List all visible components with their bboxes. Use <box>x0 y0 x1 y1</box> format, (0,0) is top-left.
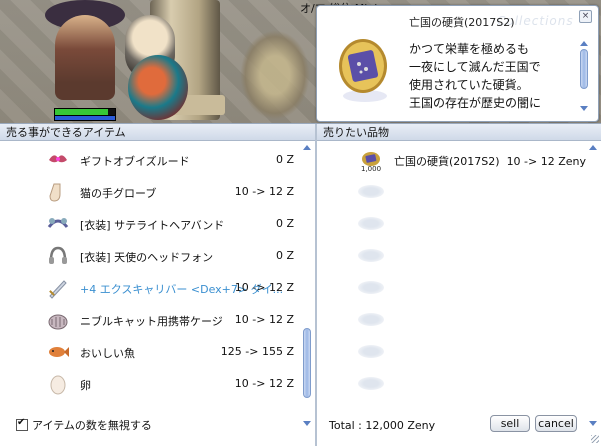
bow-icon <box>49 155 67 163</box>
empty-slot <box>318 368 586 400</box>
left-footer: アイテムの数を無視する <box>0 411 315 445</box>
list-item[interactable]: ニブルキャット用携帯ケージ 10 -> 12 Z <box>0 304 300 336</box>
sellable-items-header[interactable]: 売る事ができるアイテム <box>0 124 315 141</box>
item-name: ギフトオブイズルード <box>80 155 190 168</box>
tooltip-title: 亡国の硬貨(2017S2) <box>409 16 515 29</box>
scroll-up-icon[interactable] <box>588 143 598 152</box>
empty-slot <box>318 336 586 368</box>
item-price: 10 -> 12 Z <box>234 377 294 390</box>
stone-ornament <box>240 30 310 120</box>
item-name: 卵 <box>80 379 91 392</box>
hairband-icon <box>47 218 69 228</box>
item-price: 10 -> 12 Zeny <box>506 155 587 168</box>
scroll-up-icon[interactable] <box>302 143 312 152</box>
sellable-items-list[interactable]: ギフトオブイズルード 0 Z 猫の手グローブ 10 -> 12 Z [衣装] サ… <box>0 144 300 400</box>
item-quantity: 1,000 <box>361 165 381 173</box>
item-name: 亡国の硬貨(2017S2) <box>394 155 500 168</box>
list-item[interactable]: ギフトオブイズルード 0 Z <box>0 144 300 176</box>
ignore-count-label: アイテムの数を無視する <box>32 419 152 432</box>
sword-icon <box>49 280 67 299</box>
item-name: [衣装] 天使のヘッドフォン <box>80 251 214 264</box>
list-item[interactable]: 猫の手グローブ 10 -> 12 Z <box>0 176 300 208</box>
empty-slot <box>318 176 586 208</box>
scroll-down-icon[interactable] <box>579 104 589 113</box>
empty-slot <box>318 240 586 272</box>
list-item[interactable]: おいしい魚 125 -> 155 Z <box>0 336 300 368</box>
description-line: 王国の存在が歴史の闇に <box>409 96 542 110</box>
player-character[interactable] <box>55 15 115 100</box>
cancel-button[interactable]: cancel <box>535 415 577 432</box>
glove-icon <box>49 183 61 202</box>
description-line: かつて栄華を極めるも <box>409 42 530 56</box>
list-item[interactable]: [衣装] 天使のヘッドフォン 0 Z <box>0 240 300 272</box>
headphone-icon <box>49 246 67 264</box>
list-item[interactable]: +4 エクスキャリバー <Dex+7> ダイ... 10 -> 12 Z <box>0 272 300 304</box>
tooltip-description: かつて栄華を極めるも 一夜にして滅んだ王国で 使用されていた硬貨。 王国の存在が… <box>409 40 577 112</box>
item-name: おいしい魚 <box>80 347 135 360</box>
scroll-up-icon[interactable] <box>579 39 589 48</box>
coin-icon: 1,000 <box>361 152 381 173</box>
empty-slot <box>318 304 586 336</box>
list-item[interactable]: 1,000 亡国の硬貨(2017S2) 10 -> 12 Zeny <box>318 144 586 176</box>
item-price: 10 -> 12 Z <box>234 313 294 326</box>
item-price: 0 Z <box>275 153 294 166</box>
sell-button[interactable]: sell <box>490 415 530 432</box>
list-item[interactable]: [衣装] サテライトヘアバンド 0 Z <box>0 208 300 240</box>
item-price: 10 -> 12 Z <box>234 185 294 198</box>
egg-icon <box>50 375 66 395</box>
empty-slot <box>318 272 586 304</box>
scroll-thumb[interactable] <box>580 49 588 89</box>
empty-slot <box>318 208 586 240</box>
item-name: ニブルキャット用携帯ケージ <box>80 315 223 328</box>
sell-item-line: 亡国の硬貨(2017S2) 10 -> 12 Zeny <box>394 153 586 169</box>
coin-collection-image <box>339 39 387 102</box>
sp-bar <box>54 115 116 121</box>
description-line: 一夜にして滅んだ王国で <box>409 60 541 74</box>
balloon-object <box>128 55 188 120</box>
cage-icon <box>48 314 68 330</box>
ignore-count-option[interactable]: アイテムの数を無視する <box>16 417 152 433</box>
resize-grip-icon[interactable] <box>591 435 599 443</box>
item-price: 125 -> 155 Z <box>220 345 294 358</box>
list-item[interactable]: 卵 10 -> 12 Z <box>0 368 300 400</box>
total-zeny: Total : 12,000 Zeny <box>329 419 436 432</box>
item-name: 猫の手グローブ <box>80 187 157 200</box>
right-list-scrollbar[interactable] <box>588 143 598 428</box>
item-price: 0 Z <box>275 217 294 230</box>
right-footer: Total : 12,000 Zeny sell cancel <box>317 411 601 445</box>
fish-icon <box>49 347 69 357</box>
sell-shop-window: 売る事ができるアイテム 売りたい品物 ギフトオブイズルード 0 Z 猫の手グロー… <box>0 123 601 446</box>
ignore-count-checkbox[interactable] <box>16 417 28 431</box>
description-line: 使用されていた硬貨。 <box>409 78 529 92</box>
item-name: [衣装] サテライトヘアバンド <box>80 219 225 232</box>
sell-list-header[interactable]: 売りたい品物 <box>317 124 601 141</box>
panel-divider <box>315 124 317 446</box>
left-list-scrollbar[interactable] <box>302 143 312 428</box>
sell-items-list[interactable]: 1,000 亡国の硬貨(2017S2) 10 -> 12 Zeny <box>318 144 586 400</box>
close-icon[interactable]: × <box>579 10 592 23</box>
item-price: 0 Z <box>275 249 294 262</box>
item-price: 10 -> 12 Z <box>234 281 294 294</box>
scroll-thumb[interactable] <box>303 328 311 398</box>
tooltip-scrollbar[interactable] <box>579 39 589 113</box>
item-description-window[interactable]: Collections 亡国の硬貨(2017S2) × かつて栄華を極めるも 一… <box>316 5 599 122</box>
